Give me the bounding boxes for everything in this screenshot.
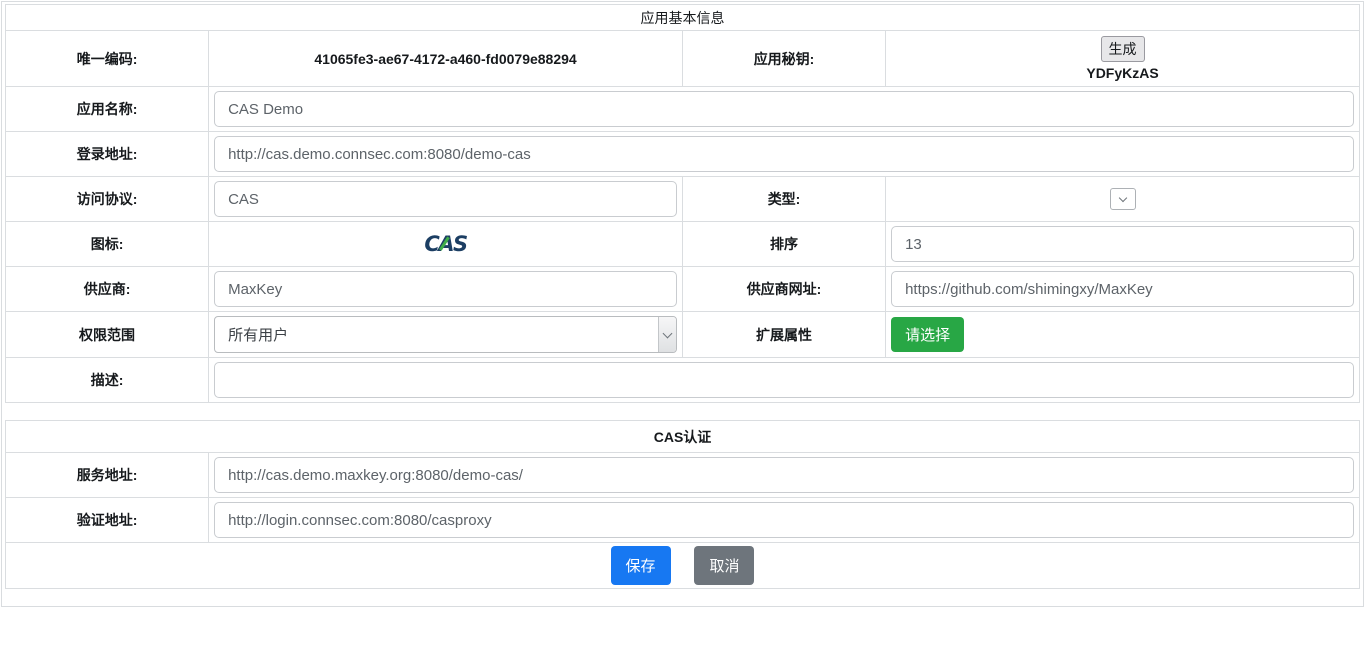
table-row: 验证地址: xyxy=(6,498,1360,543)
table-row: 应用名称: xyxy=(6,87,1360,132)
cas-app-logo: CAS xyxy=(424,232,466,256)
table-row: 登录地址: xyxy=(6,132,1360,177)
validate-url-input[interactable] xyxy=(214,502,1354,538)
vendor-input[interactable] xyxy=(214,271,677,307)
ext-attr-choose-button[interactable]: 请选择 xyxy=(891,317,964,352)
type-select[interactable] xyxy=(1110,188,1136,210)
vendor-label: 供应商: xyxy=(6,267,209,312)
login-url-label: 登录地址: xyxy=(6,132,209,177)
scope-selected-value: 所有用户 xyxy=(228,324,288,345)
save-button[interactable]: 保存 xyxy=(611,546,671,585)
table-row: 描述: xyxy=(6,358,1360,403)
table-header-row: 应用基本信息 xyxy=(6,5,1360,31)
sort-input[interactable] xyxy=(891,226,1354,262)
login-url-input[interactable] xyxy=(214,136,1354,172)
table-row: 服务地址: xyxy=(6,453,1360,498)
service-url-input[interactable] xyxy=(214,457,1354,493)
vendor-url-input[interactable] xyxy=(891,271,1354,307)
app-name-label: 应用名称: xyxy=(6,87,209,132)
chevron-down-icon xyxy=(1118,194,1126,202)
generate-secret-button[interactable]: 生成 xyxy=(1101,36,1145,62)
table-row: 图标: CAS 排序 xyxy=(6,222,1360,267)
service-url-label: 服务地址: xyxy=(6,453,209,498)
app-name-input[interactable] xyxy=(214,91,1354,127)
table-row: 供应商: 供应商网址: xyxy=(6,267,1360,312)
app-edit-panel: 应用基本信息 唯一编码: 41065fe3-ae67-4172-a460-fd0… xyxy=(1,1,1364,607)
icon-label: 图标: xyxy=(6,222,209,267)
app-secret-label: 应用秘钥: xyxy=(682,31,885,87)
cas-auth-title: CAS认证 xyxy=(6,421,1360,453)
vendor-url-label: 供应商网址: xyxy=(682,267,885,312)
basic-info-table: 应用基本信息 唯一编码: 41065fe3-ae67-4172-a460-fd0… xyxy=(5,4,1360,403)
table-row: 保存 取消 xyxy=(6,543,1360,589)
protocol-input[interactable] xyxy=(214,181,677,217)
validate-url-label: 验证地址: xyxy=(6,498,209,543)
table-row: 访问协议: 类型: xyxy=(6,177,1360,222)
scope-label: 权限范围 xyxy=(6,312,209,358)
description-input[interactable] xyxy=(214,362,1354,398)
cancel-button[interactable]: 取消 xyxy=(694,546,754,585)
table-row: 权限范围 所有用户 扩展属性 请选择 xyxy=(6,312,1360,358)
cas-auth-table: CAS认证 服务地址: 验证地址: 保存 取消 xyxy=(5,420,1360,589)
table-row: 唯一编码: 41065fe3-ae67-4172-a460-fd0079e882… xyxy=(6,31,1360,87)
chevron-down-icon xyxy=(658,317,676,352)
type-label: 类型: xyxy=(682,177,885,222)
ext-attr-label: 扩展属性 xyxy=(682,312,885,358)
protocol-label: 访问协议: xyxy=(6,177,209,222)
unique-code-value: 41065fe3-ae67-4172-a460-fd0079e88294 xyxy=(314,51,576,67)
scope-select[interactable]: 所有用户 xyxy=(214,316,677,353)
app-secret-value: YDFyKzAS xyxy=(891,65,1354,81)
description-label: 描述: xyxy=(6,358,209,403)
basic-info-title: 应用基本信息 xyxy=(6,5,1360,31)
table-header-row: CAS认证 xyxy=(6,421,1360,453)
sort-label: 排序 xyxy=(682,222,885,267)
unique-code-label: 唯一编码: xyxy=(6,31,209,87)
